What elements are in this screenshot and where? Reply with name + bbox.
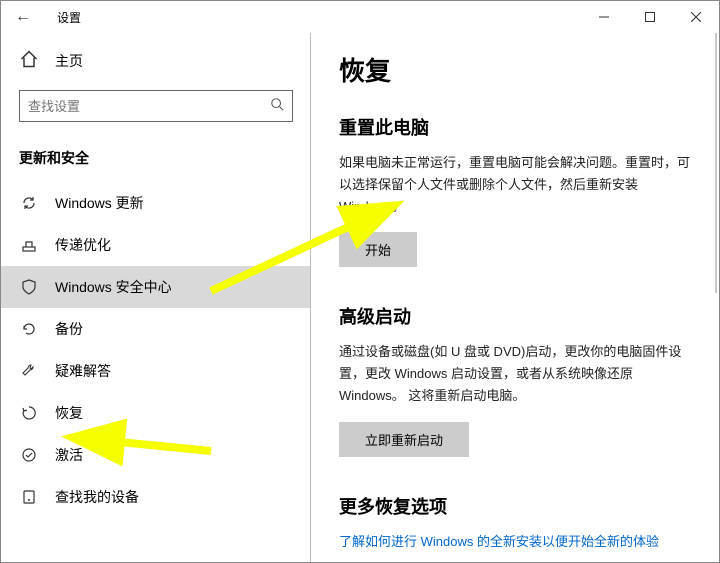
reset-desc: 如果电脑未正常运行，重置电脑可能会解决问题。重置时，可以选择保留个人文件或删除个… (339, 152, 695, 218)
sidebar-item-backup[interactable]: 备份 (1, 308, 311, 350)
reset-pc-section: 重置此电脑 如果电脑未正常运行，重置电脑可能会解决问题。重置时，可以选择保留个人… (339, 114, 695, 267)
backup-icon (19, 321, 39, 337)
sidebar-item-recovery[interactable]: 恢复 (1, 392, 311, 434)
recovery-icon (19, 405, 39, 421)
window-title: 设置 (57, 9, 81, 26)
sidebar-section-title: 更新和安全 (1, 134, 311, 182)
reset-title: 重置此电脑 (339, 114, 695, 140)
sidebar-item-label: 备份 (55, 319, 83, 339)
maximize-button[interactable] (627, 1, 673, 33)
minimize-button[interactable] (581, 1, 627, 33)
home-link[interactable]: 主页 (1, 43, 311, 78)
sidebar-item-windows-update[interactable]: Windows 更新 (1, 182, 311, 224)
back-button[interactable]: ← (15, 8, 37, 26)
sidebar-item-label: Windows 更新 (55, 193, 144, 213)
page-heading: 恢复 (339, 51, 695, 88)
more-recovery-section: 更多恢复选项 了解如何进行 Windows 的全新安装以便开始全新的体验 (339, 493, 695, 551)
shield-icon (19, 279, 39, 295)
reset-start-button[interactable]: 开始 (339, 232, 417, 267)
restart-now-button[interactable]: 立即重新启动 (339, 422, 469, 457)
search-icon (270, 97, 284, 116)
titlebar: ← 设置 (1, 1, 719, 33)
main-panel: 恢复 重置此电脑 如果电脑未正常运行，重置电脑可能会解决问题。重置时，可以选择保… (311, 33, 719, 562)
more-title: 更多恢复选项 (339, 493, 695, 519)
sidebar-item-label: 查找我的设备 (55, 487, 139, 507)
sidebar-item-label: 疑难解答 (55, 361, 111, 381)
sidebar-item-troubleshoot[interactable]: 疑难解答 (1, 350, 311, 392)
search-box[interactable] (19, 90, 293, 122)
home-icon (19, 49, 39, 72)
sidebar-item-label: 恢复 (55, 403, 83, 423)
sidebar-item-windows-security[interactable]: Windows 安全中心 (1, 266, 311, 308)
sidebar: 主页 更新和安全 Windows 更新 传递优化 Windows 安全中心 备份… (1, 33, 311, 562)
window-controls (581, 1, 719, 33)
wrench-icon (19, 363, 39, 379)
scrollbar[interactable] (715, 33, 717, 293)
find-device-icon (19, 489, 39, 505)
sidebar-item-delivery-optimization[interactable]: 传递优化 (1, 224, 311, 266)
sidebar-item-activation[interactable]: 激活 (1, 434, 311, 476)
sidebar-item-label: 传递优化 (55, 235, 111, 255)
sidebar-item-label: 激活 (55, 445, 83, 465)
search-input[interactable] (28, 99, 270, 114)
home-label: 主页 (55, 51, 83, 71)
advanced-title: 高级启动 (339, 303, 695, 329)
delivery-icon (19, 237, 39, 253)
sidebar-item-find-my-device[interactable]: 查找我的设备 (1, 476, 311, 518)
close-button[interactable] (673, 1, 719, 33)
advanced-desc: 通过设备或磁盘(如 U 盘或 DVD)启动，更改你的电脑固件设置，更改 Wind… (339, 341, 695, 407)
activation-icon (19, 447, 39, 463)
fresh-install-link[interactable]: 了解如何进行 Windows 的全新安装以便开始全新的体验 (339, 534, 659, 549)
sidebar-item-label: Windows 安全中心 (55, 277, 172, 297)
advanced-startup-section: 高级启动 通过设备或磁盘(如 U 盘或 DVD)启动，更改你的电脑固件设置，更改… (339, 303, 695, 456)
sync-icon (19, 195, 39, 211)
